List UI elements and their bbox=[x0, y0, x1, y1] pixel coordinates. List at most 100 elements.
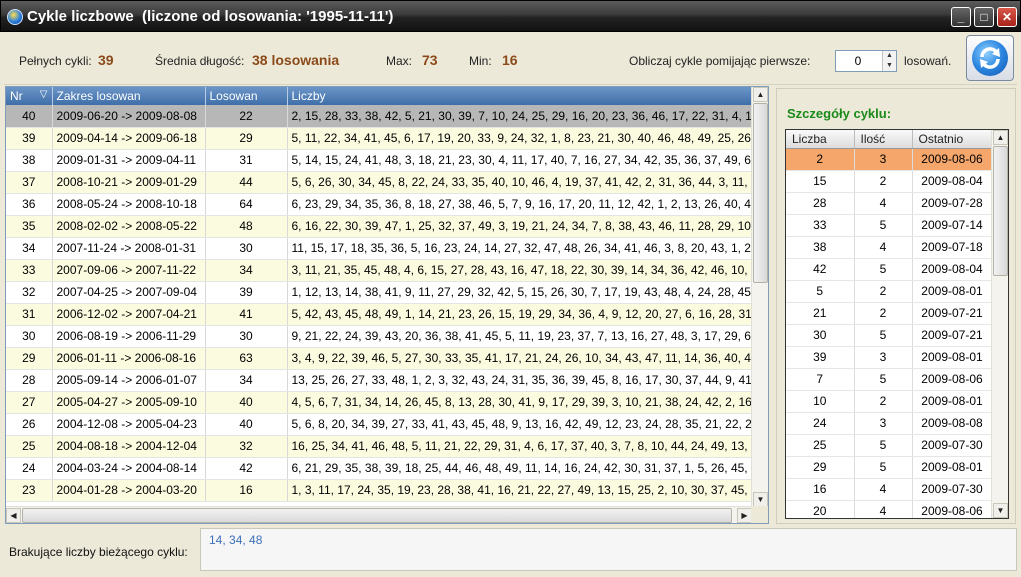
table-row[interactable]: 36 2008-05-24 -> 2008-10-18 64 6, 23, 29, 3… bbox=[6, 193, 764, 216]
detail-cell-count: 4 bbox=[854, 236, 913, 259]
cell-nr: 34 bbox=[6, 237, 53, 260]
window-title: Cykle liczbowe (liczone od losowania: '1… bbox=[27, 8, 394, 25]
cell-numbers: 2, 15, 28, 33, 38, 42, 5, 21, 30, 39, 7,… bbox=[287, 105, 764, 128]
detail-header-count[interactable]: Ilość bbox=[854, 130, 913, 149]
detail-cell-last: 2009-08-01 bbox=[912, 280, 993, 303]
detail-vertical-scrollbar[interactable]: ▲ ▼ bbox=[991, 130, 1008, 518]
close-button[interactable]: ✕ bbox=[997, 7, 1017, 27]
scroll-up-icon[interactable]: ▲ bbox=[753, 87, 768, 102]
column-header-range[interactable]: Zakres losowan bbox=[52, 87, 206, 105]
table-row[interactable]: 26 2004-12-08 -> 2005-04-23 40 5, 6, 8, 20,… bbox=[6, 413, 764, 436]
detail-row[interactable]: 2 3 2009-08-06 bbox=[786, 148, 993, 171]
cell-range: 2008-10-21 -> 2009-01-29 bbox=[52, 171, 206, 194]
detail-row[interactable]: 33 5 2009-07-14 bbox=[786, 214, 993, 237]
cell-range: 2005-09-14 -> 2006-01-07 bbox=[52, 369, 206, 392]
hscroll-thumb[interactable] bbox=[22, 508, 732, 523]
cell-nr: 28 bbox=[6, 369, 53, 392]
table-row[interactable]: 27 2005-04-27 -> 2005-09-10 40 4, 5, 6, 7, … bbox=[6, 391, 764, 414]
detail-grid[interactable]: Liczba Ilość Ostatnio 2 3 2009-08-06 15 2 200… bbox=[785, 129, 1009, 519]
detail-row[interactable]: 10 2 2009-08-01 bbox=[786, 390, 993, 413]
avg-length-value: 38 losowania bbox=[252, 52, 340, 68]
detail-cell-last: 2009-07-14 bbox=[912, 214, 993, 237]
scroll-right-icon[interactable]: ▶ bbox=[737, 508, 752, 523]
detail-scroll-down-icon[interactable]: ▼ bbox=[993, 503, 1008, 518]
skip-stepper[interactable]: ▲ ▼ bbox=[835, 50, 897, 72]
table-row[interactable]: 24 2004-03-24 -> 2004-08-14 42 6, 21, 29, 3… bbox=[6, 457, 764, 480]
skip-input[interactable] bbox=[840, 53, 876, 69]
cell-numbers: 5, 11, 22, 34, 41, 45, 6, 17, 19, 20, 33… bbox=[287, 127, 764, 150]
scroll-left-icon[interactable]: ◀ bbox=[6, 508, 21, 523]
detail-row[interactable]: 5 2 2009-08-01 bbox=[786, 280, 993, 303]
cell-range: 2004-03-24 -> 2004-08-14 bbox=[52, 457, 206, 480]
column-header-nr[interactable]: Nr ▽ bbox=[6, 87, 53, 105]
cell-numbers: 3, 4, 9, 22, 39, 46, 5, 27, 30, 33, 35, … bbox=[287, 347, 764, 370]
detail-row[interactable]: 7 5 2009-08-06 bbox=[786, 368, 993, 391]
cell-nr: 36 bbox=[6, 193, 53, 216]
column-header-numbers[interactable]: Liczby bbox=[287, 87, 764, 105]
stepper-up-icon[interactable]: ▲ bbox=[883, 51, 896, 61]
stepper-down-icon[interactable]: ▼ bbox=[883, 61, 896, 71]
table-row[interactable]: 33 2007-09-06 -> 2007-11-22 34 3, 11, 21, 3… bbox=[6, 259, 764, 282]
table-row[interactable]: 29 2006-01-11 -> 2006-08-16 63 3, 4, 9, 22,… bbox=[6, 347, 764, 370]
detail-header-last[interactable]: Ostatnio bbox=[912, 130, 993, 149]
detail-cell-count: 5 bbox=[854, 434, 913, 457]
detail-row[interactable]: 39 3 2009-08-01 bbox=[786, 346, 993, 369]
cycles-grid[interactable]: Nr ▽ Zakres losowan Losowan Liczby 40 200… bbox=[5, 86, 769, 524]
table-row[interactable]: 30 2006-08-19 -> 2006-11-29 30 9, 21, 22, 2… bbox=[6, 325, 764, 348]
table-row[interactable]: 40 2009-06-20 -> 2009-08-08 22 2, 15, 28, 3… bbox=[6, 105, 764, 128]
detail-cell-count: 5 bbox=[854, 324, 913, 347]
stepper-arrows[interactable]: ▲ ▼ bbox=[882, 51, 896, 71]
refresh-button[interactable] bbox=[966, 35, 1014, 81]
detail-cell-count: 5 bbox=[854, 258, 913, 281]
detail-row[interactable]: 16 4 2009-07-30 bbox=[786, 478, 993, 501]
detail-scroll-thumb[interactable] bbox=[993, 146, 1008, 276]
detail-header-number[interactable]: Liczba bbox=[786, 130, 855, 149]
detail-cell-last: 2009-08-01 bbox=[912, 390, 993, 413]
detail-cell-number: 38 bbox=[786, 236, 855, 259]
full-cycles-label: Pełnych cykli: bbox=[19, 54, 92, 68]
detail-row[interactable]: 15 2 2009-08-04 bbox=[786, 170, 993, 193]
cell-count: 30 bbox=[205, 237, 288, 260]
detail-row[interactable]: 21 2 2009-07-21 bbox=[786, 302, 993, 325]
cell-range: 2007-09-06 -> 2007-11-22 bbox=[52, 259, 206, 282]
table-row[interactable]: 31 2006-12-02 -> 2007-04-21 41 5, 42, 43, 4… bbox=[6, 303, 764, 326]
cell-count: 29 bbox=[205, 127, 288, 150]
cell-nr: 33 bbox=[6, 259, 53, 282]
table-row[interactable]: 39 2009-04-14 -> 2009-06-18 29 5, 11, 22, 3… bbox=[6, 127, 764, 150]
cell-range: 2008-05-24 -> 2008-10-18 bbox=[52, 193, 206, 216]
detail-cell-count: 3 bbox=[854, 412, 913, 435]
detail-row[interactable]: 38 4 2009-07-18 bbox=[786, 236, 993, 259]
cell-count: 32 bbox=[205, 435, 288, 458]
detail-row[interactable]: 20 4 2009-08-06 bbox=[786, 500, 993, 518]
table-row[interactable]: 23 2004-01-28 -> 2004-03-20 16 1, 3, 11, 17… bbox=[6, 479, 764, 502]
grid-horizontal-scrollbar[interactable]: ◀ ▶ bbox=[6, 506, 752, 523]
cell-nr: 23 bbox=[6, 479, 53, 502]
table-row[interactable]: 34 2007-11-24 -> 2008-01-31 30 11, 15, 17, … bbox=[6, 237, 764, 260]
table-row[interactable]: 38 2009-01-31 -> 2009-04-11 31 5, 14, 15, 2… bbox=[6, 149, 764, 172]
cell-range: 2005-04-27 -> 2005-09-10 bbox=[52, 391, 206, 414]
detail-row[interactable]: 29 5 2009-08-01 bbox=[786, 456, 993, 479]
table-row[interactable]: 37 2008-10-21 -> 2009-01-29 44 5, 6, 26, 30… bbox=[6, 171, 764, 194]
detail-row[interactable]: 30 5 2009-07-21 bbox=[786, 324, 993, 347]
detail-cell-number: 16 bbox=[786, 478, 855, 501]
cell-count: 40 bbox=[205, 391, 288, 414]
table-row[interactable]: 28 2005-09-14 -> 2006-01-07 34 13, 25, 26, … bbox=[6, 369, 764, 392]
grid-vertical-scrollbar[interactable]: ▲ ▼ bbox=[751, 87, 768, 507]
detail-row[interactable]: 42 5 2009-08-04 bbox=[786, 258, 993, 281]
scroll-thumb[interactable] bbox=[753, 103, 768, 283]
column-header-count[interactable]: Losowan bbox=[205, 87, 288, 105]
detail-cell-last: 2009-08-06 bbox=[912, 500, 993, 518]
detail-row[interactable]: 24 3 2009-08-08 bbox=[786, 412, 993, 435]
detail-scroll-up-icon[interactable]: ▲ bbox=[993, 130, 1008, 145]
scroll-down-icon[interactable]: ▼ bbox=[753, 492, 768, 507]
cell-range: 2006-08-19 -> 2006-11-29 bbox=[52, 325, 206, 348]
cell-nr: 35 bbox=[6, 215, 53, 238]
detail-row[interactable]: 28 4 2009-07-28 bbox=[786, 192, 993, 215]
table-row[interactable]: 35 2008-02-02 -> 2008-05-22 48 6, 16, 22, 3… bbox=[6, 215, 764, 238]
minimize-button[interactable]: _ bbox=[951, 7, 971, 27]
table-row[interactable]: 32 2007-04-25 -> 2007-09-04 39 1, 12, 13, 1… bbox=[6, 281, 764, 304]
detail-cell-last: 2009-07-30 bbox=[912, 434, 993, 457]
maximize-button[interactable]: □ bbox=[974, 7, 994, 27]
detail-row[interactable]: 25 5 2009-07-30 bbox=[786, 434, 993, 457]
table-row[interactable]: 25 2004-08-18 -> 2004-12-04 32 16, 25, 34, … bbox=[6, 435, 764, 458]
